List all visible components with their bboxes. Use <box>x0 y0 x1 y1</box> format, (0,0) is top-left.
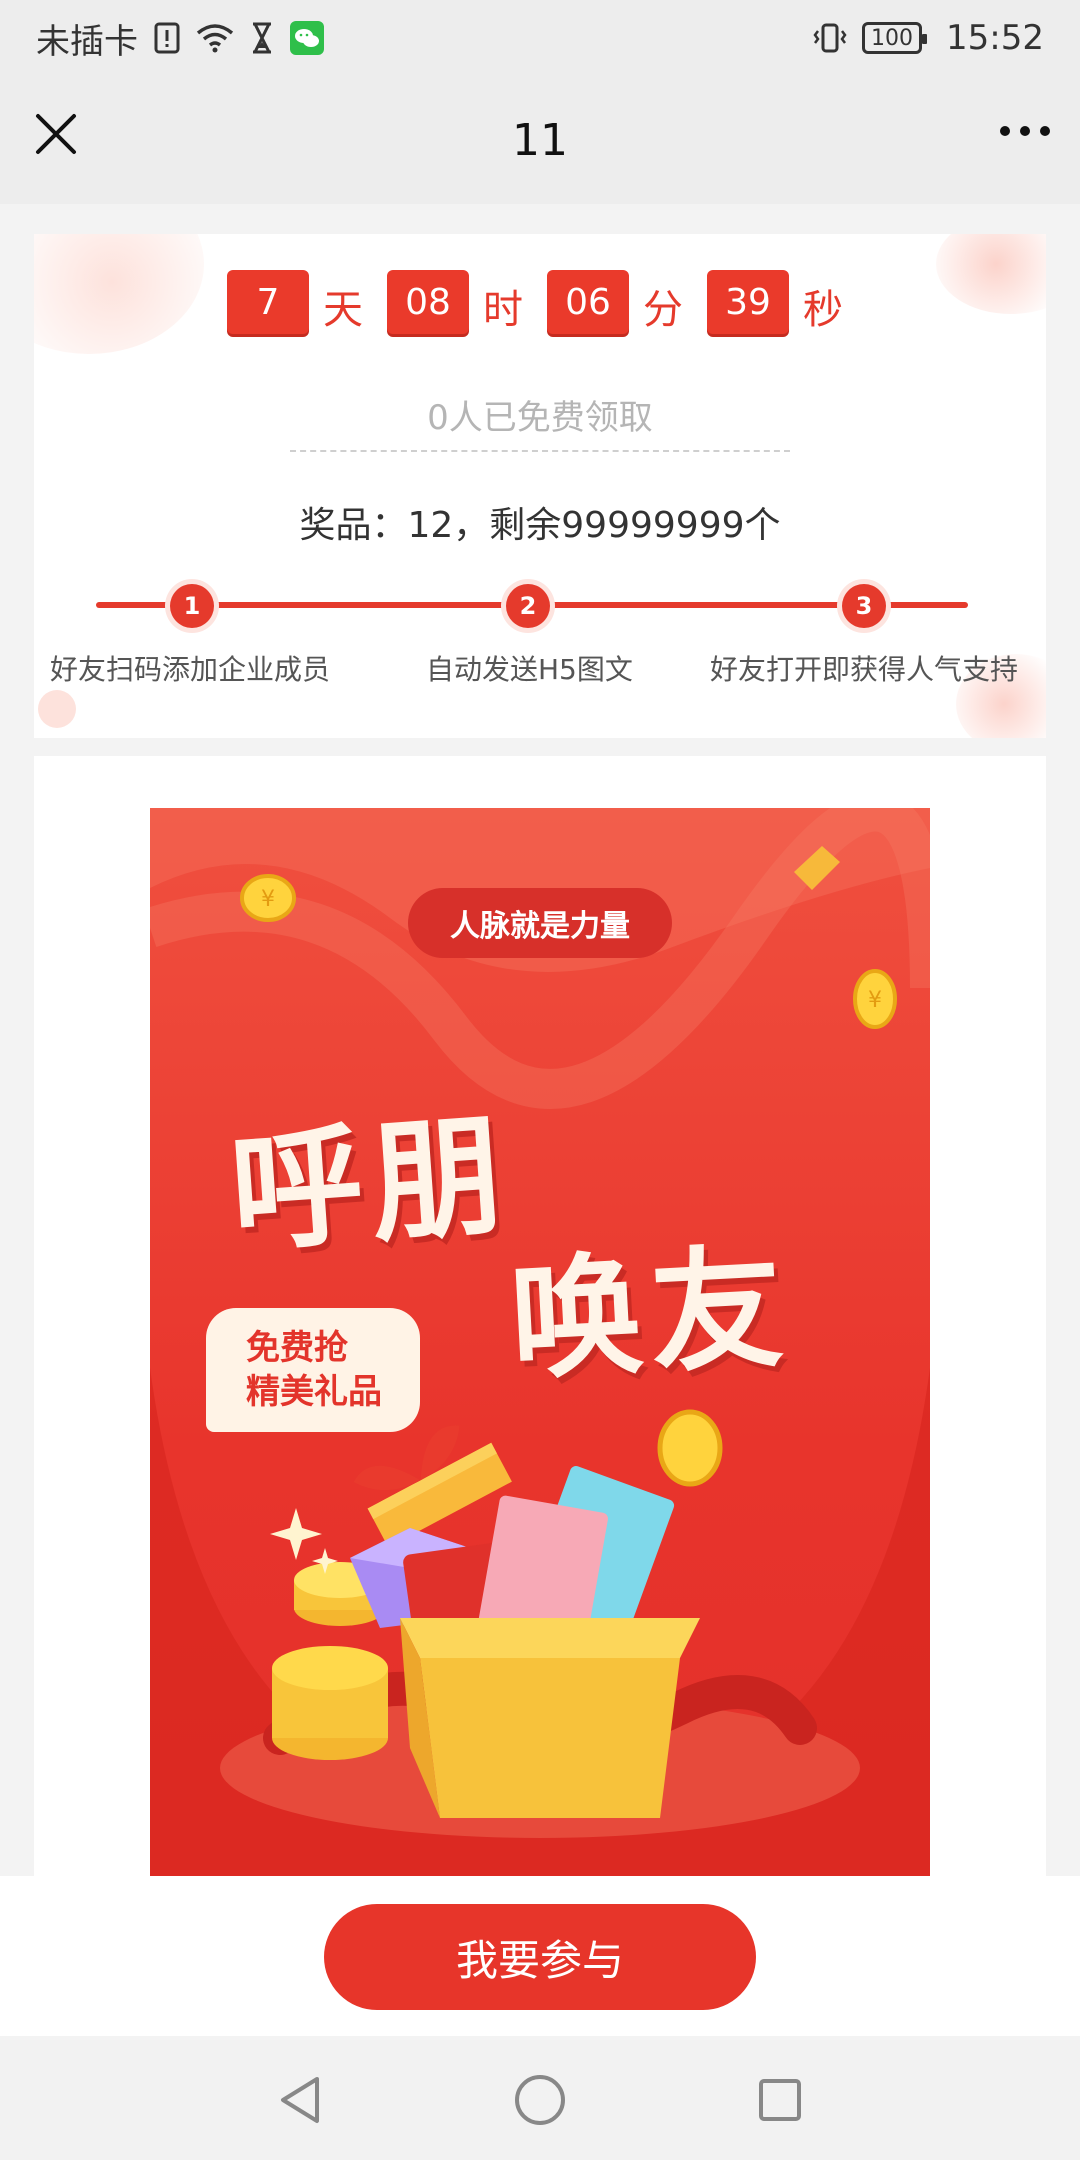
step-3-label: 好友打开即获得人气支持 <box>710 653 1019 686</box>
join-button[interactable]: 我要参与 <box>324 1904 756 2010</box>
clock: 15:52 <box>946 18 1044 58</box>
countdown-days-unit: 天 <box>323 287 363 333</box>
status-bar: 未插卡 100 15:52 <box>0 0 1080 76</box>
countdown-minutes: 06 <box>547 270 629 334</box>
countdown-hours: 08 <box>387 270 469 334</box>
dashed-divider <box>290 450 790 452</box>
prize-info: 奖品：12，剩余99999999个 <box>299 505 781 546</box>
poster-tag: 人脉就是力量 <box>408 888 672 958</box>
svg-text:¥: ¥ <box>261 887 275 912</box>
recents-icon[interactable] <box>750 2070 810 2130</box>
wifi-icon <box>196 23 234 53</box>
wechat-app-icon <box>290 21 324 55</box>
vibrate-icon <box>812 23 848 53</box>
system-nav-bar <box>0 2040 1080 2160</box>
countdown-hours-unit: 时 <box>483 287 523 333</box>
decor-bubble <box>38 690 76 728</box>
countdown-seconds: 39 <box>707 270 789 334</box>
more-icon[interactable] <box>1000 126 1050 136</box>
gift-box-illustration <box>263 1409 817 1818</box>
carrier-label: 未插卡 <box>36 21 138 62</box>
poster-title-line2: 唤友 <box>506 1230 795 1400</box>
step-2-badge: 2 <box>506 584 550 628</box>
sim-alert-icon <box>154 22 180 54</box>
coin-icon: ¥ <box>240 874 296 922</box>
countdown-seconds-unit: 秒 <box>803 287 843 333</box>
countdown-days: 7 <box>227 270 309 334</box>
step-1-label: 好友扫码添加企业成员 <box>50 653 331 686</box>
step-3-badge: 3 <box>842 584 886 628</box>
step-2-label: 自动发送H5图文 <box>426 653 633 686</box>
countdown-timer: 7 天 08 时 06 分 39 秒 <box>34 270 1046 334</box>
nav-bar: 11 <box>0 76 1080 204</box>
home-icon[interactable] <box>510 2070 570 2130</box>
svg-text:¥: ¥ <box>868 988 882 1013</box>
close-icon[interactable] <box>34 112 78 156</box>
battery-icon: 100 <box>862 22 928 54</box>
hourglass-icon <box>250 22 274 54</box>
coin-icon: ¥ <box>853 969 897 1029</box>
countdown-minutes-unit: 分 <box>643 287 683 333</box>
step-1-badge: 1 <box>170 584 214 628</box>
gift-bubble-line1: 免费抢 <box>246 1328 348 1368</box>
poster-card: ¥ ¥ 人脉就是力量 呼朋 唤友 免费抢 精美礼品 <box>34 756 1046 1876</box>
action-bar: 我要参与 <box>0 1876 1080 2036</box>
campaign-poster: ¥ ¥ 人脉就是力量 呼朋 唤友 免费抢 精美礼品 <box>150 808 930 1876</box>
poster-title-line1: 呼朋 <box>225 1098 516 1272</box>
claimed-count: 0人已免费领取 <box>427 398 653 438</box>
back-icon[interactable] <box>270 2070 330 2130</box>
page-title: 11 <box>512 114 568 166</box>
activity-info-card: 7 天 08 时 06 分 39 秒 0人已免费领取 奖品：12，剩余99999… <box>34 234 1046 738</box>
gold-ribbon-icon <box>794 846 840 890</box>
